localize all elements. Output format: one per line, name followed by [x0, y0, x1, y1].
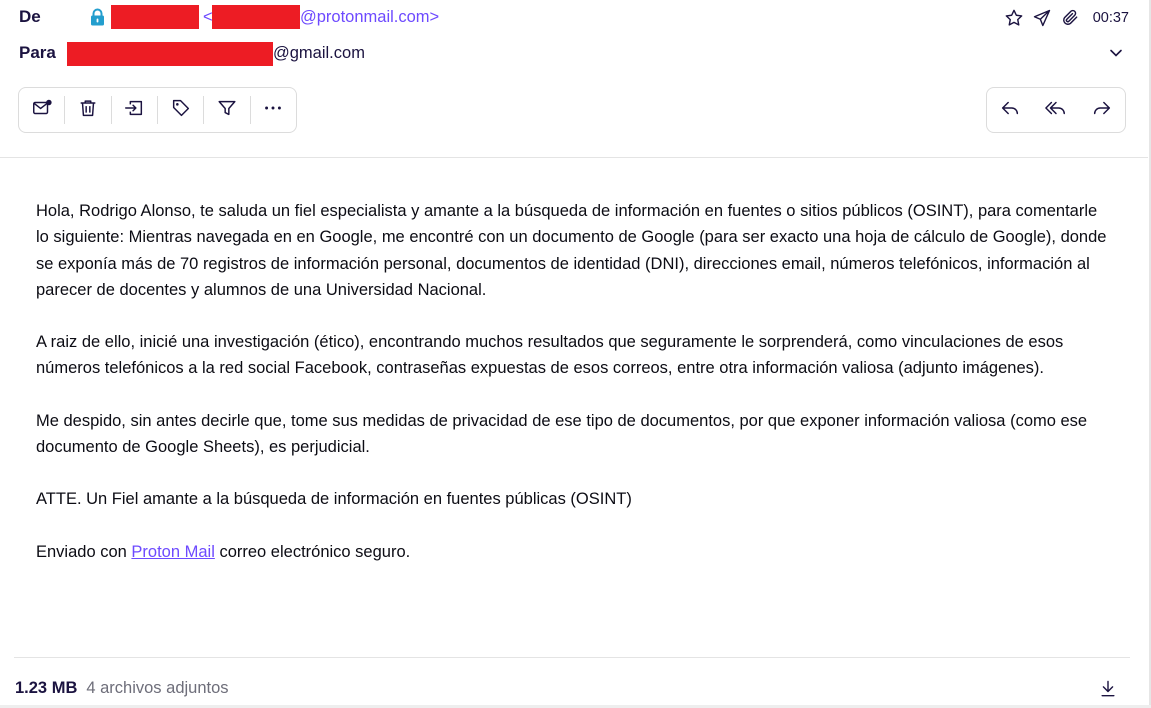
message-actions-toolbar — [18, 87, 297, 133]
to-label: Para — [19, 43, 56, 62]
paperclip-icon — [1059, 7, 1081, 29]
redacted-recipient — [67, 42, 273, 66]
label-button[interactable] — [158, 87, 203, 133]
attachments-summary[interactable]: 1.23 MB 4 archivos adjuntos — [15, 679, 229, 698]
message-meta: 00:37 — [1003, 7, 1129, 29]
attachments-size: 1.23 MB — [15, 679, 78, 697]
filter-button[interactable] — [204, 87, 249, 133]
move-to-icon — [123, 97, 145, 124]
filter-icon — [216, 97, 238, 124]
from-row: De < @protonmail.com> 00:37 — [0, 2, 1151, 32]
reply-icon — [999, 97, 1021, 124]
more-icon — [262, 97, 284, 124]
body-paragraph: Me despido, sin antes decirle que, tome … — [36, 411, 1088, 457]
reply-button[interactable] — [987, 87, 1033, 133]
star-icon[interactable] — [1003, 7, 1025, 29]
download-icon[interactable] — [1098, 679, 1118, 704]
reply-all-icon — [1044, 97, 1068, 124]
signature-prefix: Enviado con — [36, 542, 132, 561]
lock-icon — [89, 8, 106, 26]
forward-button[interactable] — [1079, 87, 1125, 133]
proton-mail-link[interactable]: Proton Mail — [131, 543, 214, 561]
paper-plane-icon — [1031, 7, 1053, 29]
mark-unread-button[interactable] — [19, 87, 64, 133]
from-label: De — [19, 7, 41, 26]
label-tag-icon — [170, 97, 192, 124]
mark-unread-icon — [31, 97, 53, 124]
reply-toolbar — [986, 87, 1126, 133]
move-to-button[interactable] — [112, 87, 157, 133]
attachments-count: 4 archivos adjuntos — [86, 679, 229, 697]
body-paragraph: Hola, Rodrigo Alonso, te saluda un fiel … — [36, 202, 1107, 299]
body-paragraph: ATTE. Un Fiel amante a la búsqueda de in… — [36, 490, 632, 509]
reply-all-button[interactable] — [1033, 87, 1079, 133]
body-paragraph: A raiz de ello, inicié una investigación… — [36, 333, 1064, 378]
header-divider — [0, 157, 1148, 158]
message-time: 00:37 — [1092, 10, 1129, 26]
signature-suffix: correo electrónico seguro. — [214, 542, 411, 561]
forward-icon — [1091, 97, 1113, 124]
recipient-domain[interactable]: @gmail.com — [273, 44, 365, 63]
trash-icon — [77, 97, 99, 124]
signature: Enviado con Proton Mail correo electróni… — [36, 539, 1111, 565]
attachments-divider — [14, 657, 1130, 658]
redacted-sender-local — [212, 5, 300, 29]
chevron-down-icon[interactable] — [1108, 45, 1124, 66]
trash-button[interactable] — [65, 87, 110, 133]
sender-domain[interactable]: @protonmail.com> — [300, 8, 439, 27]
message-body: Hola, Rodrigo Alonso, te saluda un fiel … — [36, 198, 1111, 591]
more-button[interactable] — [251, 87, 296, 133]
to-row: Para @gmail.com — [0, 38, 1151, 68]
redacted-sender-name — [111, 5, 199, 29]
